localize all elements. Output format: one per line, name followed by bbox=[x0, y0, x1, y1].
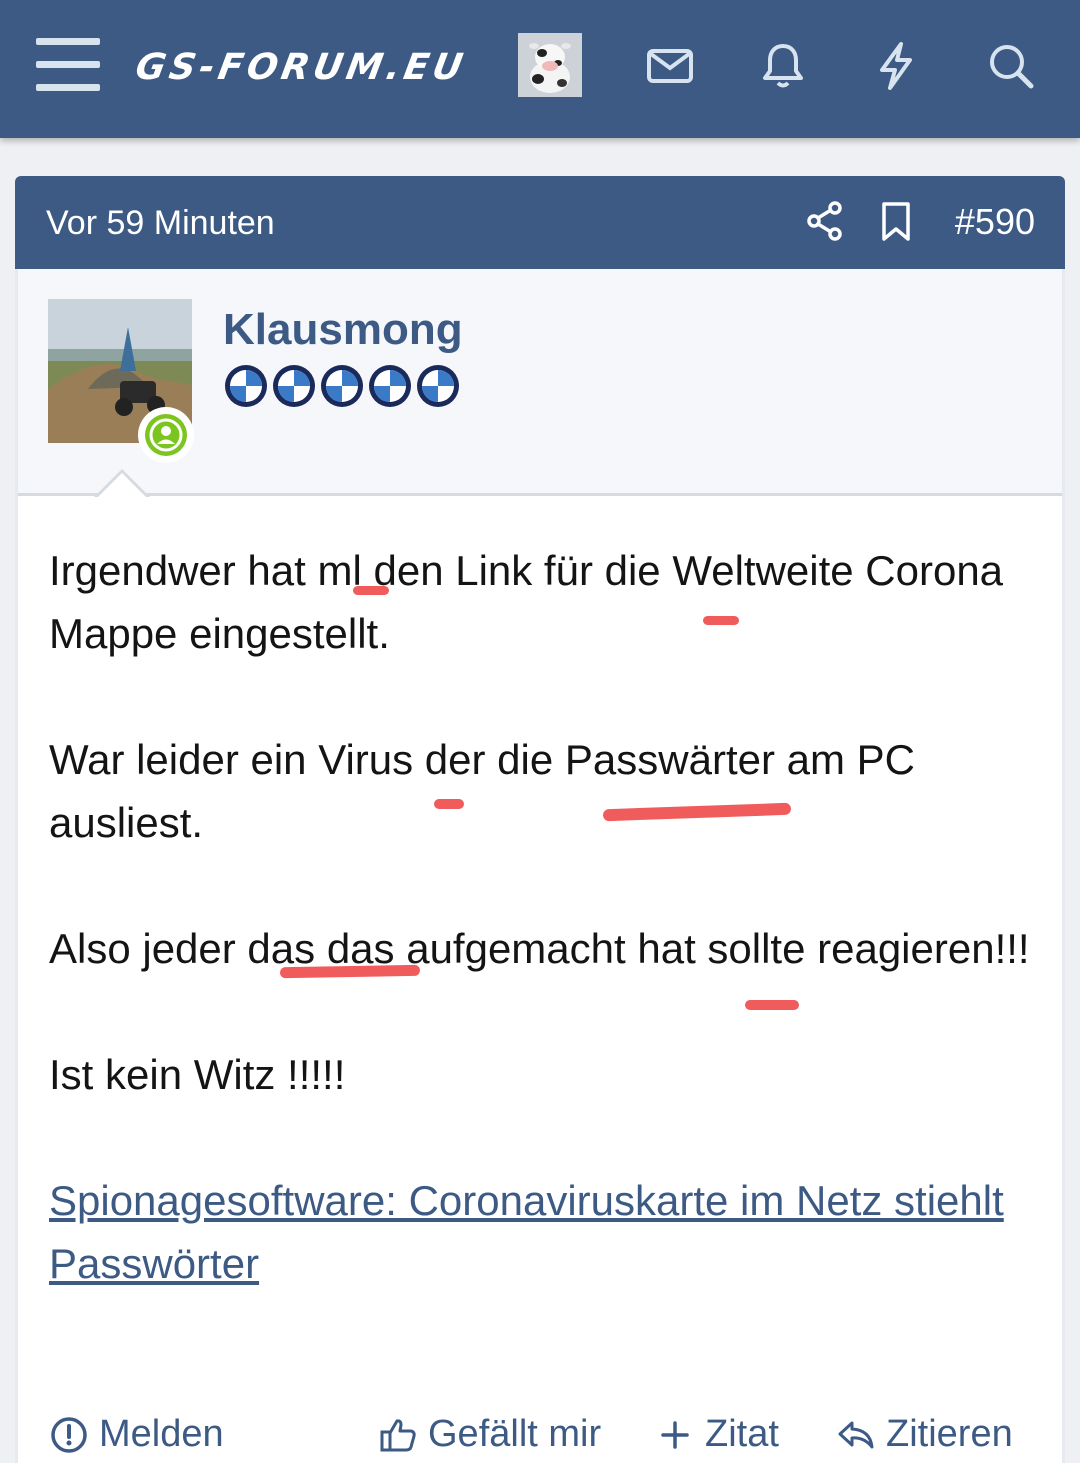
rank-badge-icon bbox=[321, 365, 363, 407]
author-block: Klausmong bbox=[18, 269, 1062, 496]
thumbs-up-icon bbox=[380, 1418, 416, 1451]
correction-mark bbox=[703, 616, 739, 625]
bolt-icon[interactable] bbox=[868, 38, 924, 94]
reply-button[interactable]: Zitieren bbox=[836, 1413, 1013, 1456]
bookmark-icon[interactable] bbox=[873, 198, 919, 244]
post-timestamp[interactable]: Vor 59 Minuten bbox=[46, 203, 275, 243]
reply-arrow-icon bbox=[838, 1421, 874, 1448]
site-logo[interactable]: GS-FORUM.EU bbox=[132, 46, 470, 90]
message-paragraph: War leider ein Virus der die Passwärter … bbox=[49, 736, 915, 846]
rank-badge-icon bbox=[225, 365, 267, 407]
search-icon[interactable] bbox=[983, 38, 1039, 94]
quote-button[interactable]: Zitat bbox=[655, 1413, 779, 1456]
plus-icon bbox=[661, 1420, 689, 1449]
post-card: Klausmong Irgendwer hat ml den Link für … bbox=[15, 269, 1065, 1463]
article-link[interactable]: Spionagesoftware: Coronaviruskarte im Ne… bbox=[49, 1177, 1004, 1287]
correction-mark bbox=[353, 586, 389, 595]
menu-icon[interactable] bbox=[36, 38, 100, 92]
report-label: Melden bbox=[99, 1413, 224, 1455]
post-actions: Melden Gefällt mir Zitat Zitieren bbox=[18, 1409, 1062, 1459]
post-message: Irgendwer hat ml den Link für die Weltwe… bbox=[49, 539, 1039, 1358]
quote-label: Zitat bbox=[705, 1413, 779, 1455]
message-paragraph: Ist kein Witz !!!!! bbox=[49, 1051, 346, 1098]
author-username[interactable]: Klausmong bbox=[223, 305, 463, 355]
correction-mark bbox=[745, 1000, 799, 1010]
post-number-link[interactable]: #590 bbox=[955, 201, 1035, 243]
reply-label: Zitieren bbox=[886, 1413, 1013, 1455]
message-paragraph: Irgendwer hat ml den Link für die Weltwe… bbox=[49, 547, 1004, 657]
online-status-badge bbox=[138, 407, 194, 463]
rank-badges bbox=[223, 363, 461, 409]
rank-badge-icon bbox=[417, 365, 459, 407]
bell-icon[interactable] bbox=[755, 38, 811, 94]
alert-circle-icon bbox=[51, 1416, 87, 1453]
envelope-icon[interactable] bbox=[642, 38, 698, 94]
rank-badge-icon bbox=[369, 365, 411, 407]
like-button[interactable]: Gefällt mir bbox=[378, 1413, 601, 1456]
top-navigation-bar: GS-FORUM.EU bbox=[0, 0, 1080, 138]
share-icon[interactable] bbox=[802, 198, 848, 244]
report-button[interactable]: Melden bbox=[49, 1413, 224, 1456]
like-label: Gefällt mir bbox=[428, 1413, 602, 1455]
rank-badge-icon bbox=[273, 365, 315, 407]
correction-mark bbox=[434, 799, 464, 809]
message-paragraph: Also jeder das das aufgemacht hat sollte… bbox=[49, 925, 1030, 972]
user-avatar[interactable] bbox=[518, 33, 582, 97]
post-header: Vor 59 Minuten #590 bbox=[15, 176, 1065, 269]
